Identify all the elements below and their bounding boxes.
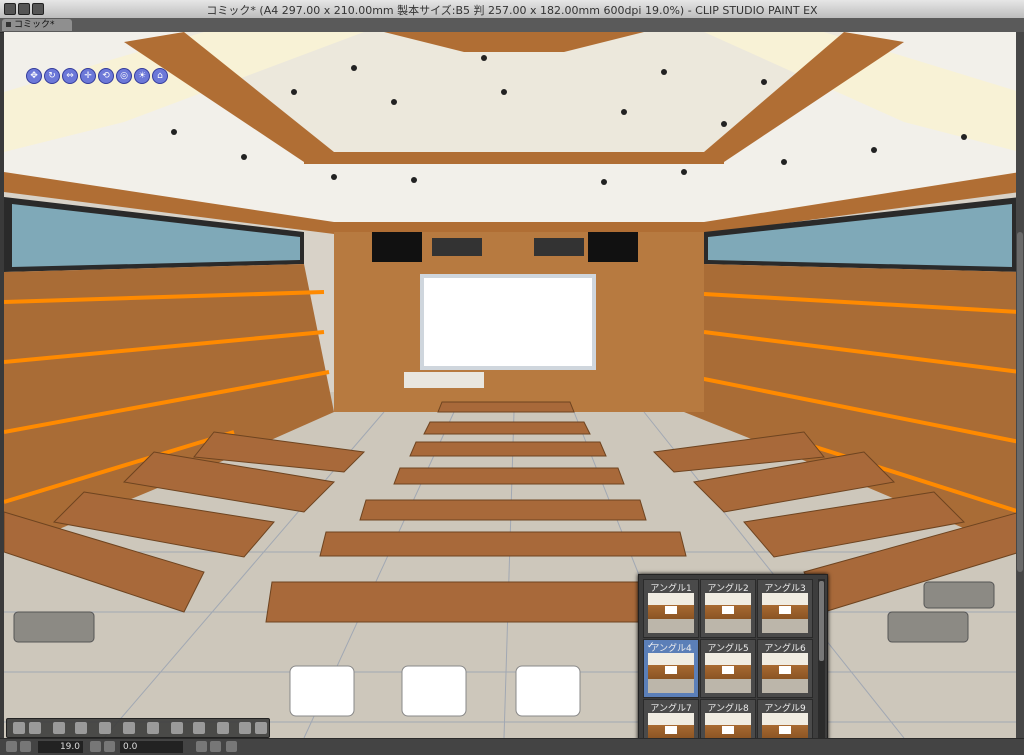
angle-item[interactable]: アングル1: [643, 579, 699, 638]
camera-icon[interactable]: [75, 722, 87, 734]
pose-icon[interactable]: [239, 722, 251, 734]
object-launcher-bar: [6, 718, 270, 738]
light-icon[interactable]: [255, 722, 267, 734]
document-tab-label: コミック*: [14, 20, 55, 30]
angle-thumbnail: [762, 653, 808, 693]
reset-icon[interactable]: [193, 722, 205, 734]
app-window: コミック* (A4 297.00 x 210.00mm 製本サイズ:B5 判 2…: [0, 0, 1024, 755]
camera-move-icon[interactable]: ✥: [26, 68, 42, 84]
angle-thumbnail: [705, 653, 751, 693]
object-scale-icon[interactable]: ◎: [116, 68, 132, 84]
angle-grid: アングル1 アングル2 アングル3 ✓ アングル4 アングル5 アングル6 アング…: [643, 579, 815, 755]
camera-pan-icon[interactable]: ⇔: [62, 68, 78, 84]
figure-icon[interactable]: [123, 722, 135, 734]
object-move-icon[interactable]: ✛: [80, 68, 96, 84]
zoom-field[interactable]: 19.0: [38, 741, 83, 753]
object-rotate-icon[interactable]: ⟲: [98, 68, 114, 84]
lecture-hall-3d-scene: [4, 32, 1020, 738]
angle-item[interactable]: ✓ アングル4: [643, 639, 699, 698]
angle-item[interactable]: アングル2: [700, 579, 756, 638]
status-bar: 19.0 0.0: [0, 738, 1024, 755]
3d-view-toolbar: ✥ ↻ ⇔ ✛ ⟲ ◎ ☀ ⌂: [26, 68, 168, 86]
scrollbar-thumb[interactable]: [1017, 232, 1023, 572]
object-light-icon[interactable]: ☀: [134, 68, 150, 84]
rotate-icon[interactable]: [171, 722, 183, 734]
angle-thumbnail: [648, 593, 694, 633]
next-icon[interactable]: [29, 722, 41, 734]
page-icon[interactable]: [53, 722, 65, 734]
sphere-icon[interactable]: [217, 722, 229, 734]
reset-rotation-icon[interactable]: [226, 741, 237, 752]
vertical-scrollbar[interactable]: [1016, 32, 1024, 738]
angle-thumbnail: [648, 653, 694, 693]
angle-thumbnail: [705, 593, 751, 633]
angle-panel-scrollbar[interactable]: [818, 579, 825, 749]
angle-item[interactable]: アングル3: [757, 579, 813, 638]
document-tab[interactable]: コミック*: [2, 19, 72, 31]
camera-angle-panel: アングル1 アングル2 アングル3 ✓ アングル4 アングル5 アングル6 アング…: [638, 574, 828, 755]
angle-item[interactable]: アングル6: [757, 639, 813, 698]
fit-icon[interactable]: [90, 741, 101, 752]
zoom-out-icon[interactable]: [6, 741, 17, 752]
rotation-angle-field[interactable]: 0.0: [120, 741, 183, 753]
drawing-canvas[interactable]: ✥ ↻ ⇔ ✛ ⟲ ◎ ☀ ⌂: [4, 32, 1020, 738]
angle-thumbnail: [762, 593, 808, 633]
rotate-left-icon[interactable]: [196, 741, 207, 752]
rotate-view-icon[interactable]: [104, 741, 115, 752]
document-tab-bar: コミック*: [0, 18, 1024, 33]
zoom-in-icon[interactable]: [20, 741, 31, 752]
angle-panel-scrollbar-thumb[interactable]: [819, 581, 824, 661]
angle-item[interactable]: アングル5: [700, 639, 756, 698]
settings-icon[interactable]: [99, 722, 111, 734]
camera-rotate-icon[interactable]: ↻: [44, 68, 60, 84]
ground-icon[interactable]: [147, 722, 159, 734]
object-reset-icon[interactable]: ⌂: [152, 68, 168, 84]
rotate-right-icon[interactable]: [210, 741, 221, 752]
title-bar: コミック* (A4 297.00 x 210.00mm 製本サイズ:B5 判 2…: [0, 0, 1024, 19]
window-title: コミック* (A4 297.00 x 210.00mm 製本サイズ:B5 判 2…: [206, 4, 818, 17]
previous-icon[interactable]: [13, 722, 25, 734]
close-tab-icon[interactable]: [6, 22, 11, 27]
